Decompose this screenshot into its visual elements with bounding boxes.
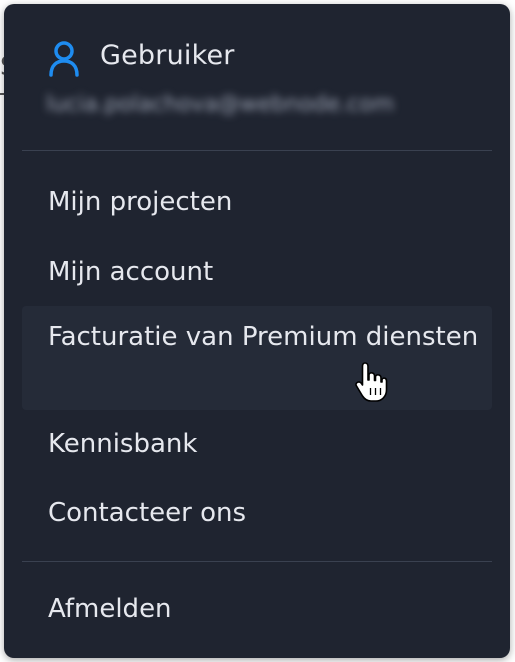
header-divider	[22, 150, 492, 151]
menu-item-contacteer-ons[interactable]: Contacteer ons	[22, 492, 492, 534]
user-dropdown-menu: Gebruiker lucia.polachova@webnode.com Mi…	[4, 4, 510, 658]
user-icon	[49, 41, 79, 77]
user-email: lucia.polachova@webnode.com	[46, 92, 395, 117]
menu-item-facturatie[interactable]: Facturatie van Premium diensten	[22, 306, 492, 410]
menu-item-mijn-projecten[interactable]: Mijn projecten	[22, 181, 492, 223]
menu-item-kennisbank[interactable]: Kennisbank	[22, 423, 492, 465]
menu-header: Gebruiker lucia.polachova@webnode.com	[4, 4, 510, 150]
footer-divider	[22, 561, 492, 562]
hand-pointer-cursor-icon	[355, 362, 388, 402]
user-title: Gebruiker	[100, 40, 235, 71]
menu-item-mijn-account[interactable]: Mijn account	[22, 251, 492, 293]
menu-item-afmelden[interactable]: Afmelden	[22, 588, 492, 630]
